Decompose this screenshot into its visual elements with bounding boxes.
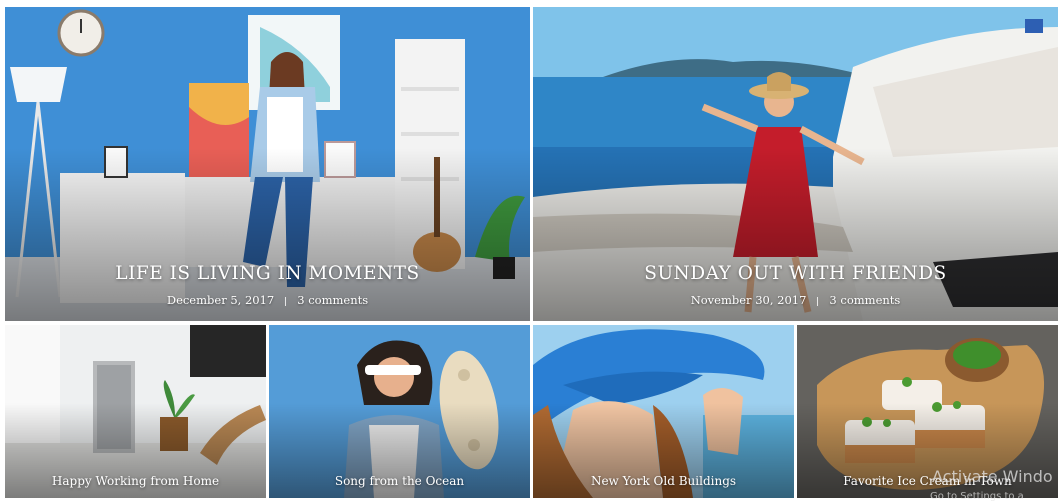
post-title[interactable]: LIFE IS LIVING IN MOMENTS [5,263,530,284]
post-date[interactable]: November 30, 2017 [691,293,807,307]
post-card-new-york[interactable]: New York Old Buildings [533,325,794,498]
meta-divider [285,296,287,306]
post-card-life-is-living[interactable]: LIFE IS LIVING IN MOMENTS December 5, 20… [5,7,530,321]
post-meta: November 30, 2017 3 comments [533,293,1058,307]
post-comments[interactable]: 3 comments [297,293,368,307]
post-meta: December 5, 2017 3 comments [5,293,530,307]
post-card-happy-working[interactable]: Happy Working from Home [5,325,266,498]
post-comments[interactable]: 3 comments [829,293,900,307]
post-title[interactable]: Favorite Ice Cream in Town [797,474,1058,488]
post-date[interactable]: December 5, 2017 [167,293,274,307]
post-card-ice-cream[interactable]: Favorite Ice Cream in Town [797,325,1058,498]
post-card-song-ocean[interactable]: Song from the Ocean [269,325,530,498]
post-title[interactable]: New York Old Buildings [533,474,794,488]
post-title[interactable]: Happy Working from Home [5,474,266,488]
post-title[interactable]: Song from the Ocean [269,474,530,488]
meta-divider [817,296,819,306]
post-title[interactable]: SUNDAY OUT WITH FRIENDS [533,263,1058,284]
post-card-sunday-out[interactable]: SUNDAY OUT WITH FRIENDS November 30, 201… [533,7,1058,321]
